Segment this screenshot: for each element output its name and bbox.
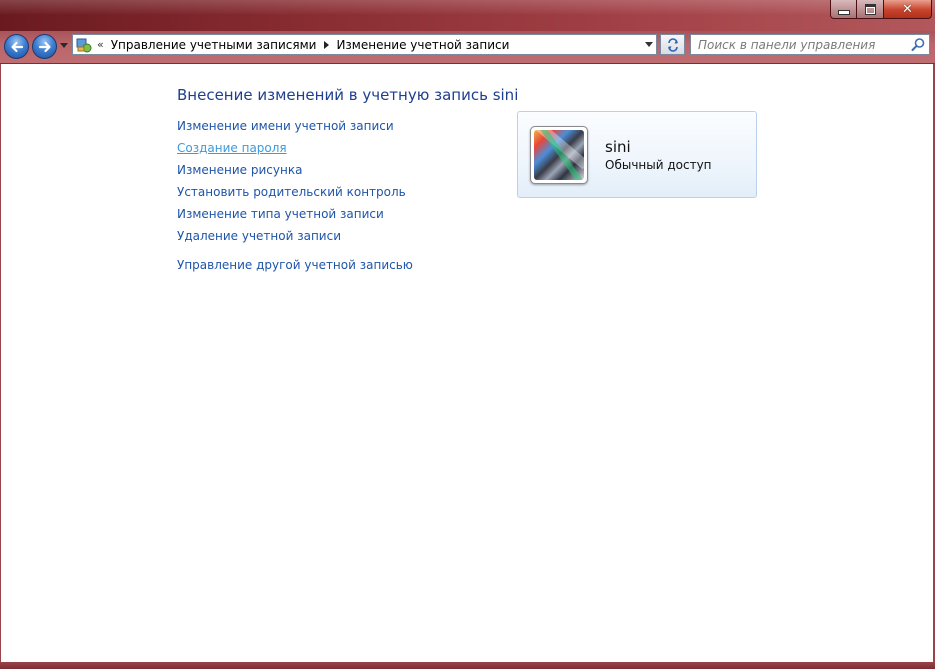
breadcrumb-user-accounts[interactable]: Управление учетными записями bbox=[111, 38, 317, 52]
search-icon[interactable] bbox=[911, 37, 926, 52]
page-title: Внесение изменений в учетную запись sini bbox=[177, 86, 519, 104]
window-bottom-border bbox=[0, 662, 935, 669]
title-bar: ✕ bbox=[0, 0, 935, 31]
back-arrow-icon bbox=[10, 41, 23, 52]
avatar-picture bbox=[534, 130, 584, 180]
window-controls: ✕ bbox=[830, 0, 932, 20]
link-parental-controls[interactable]: Установить родительский контроль bbox=[177, 185, 406, 199]
forward-arrow-icon bbox=[38, 41, 51, 52]
link-change-picture[interactable]: Изменение рисунка bbox=[177, 163, 302, 177]
window-left-border bbox=[0, 64, 1, 662]
close-icon: ✕ bbox=[902, 1, 913, 17]
content-area: Внесение изменений в учетную запись sini… bbox=[0, 64, 935, 662]
minimize-button[interactable] bbox=[830, 0, 857, 19]
back-button[interactable] bbox=[4, 34, 29, 59]
control-panel-icon bbox=[76, 37, 92, 53]
breadcrumb-change-account[interactable]: Изменение учетной записи bbox=[336, 38, 509, 52]
link-manage-another-account[interactable]: Управление другой учетной записью bbox=[177, 258, 413, 272]
refresh-icon bbox=[667, 37, 678, 52]
title-bar-glare bbox=[0, 0, 935, 14]
search-input[interactable] bbox=[691, 35, 908, 54]
search-box[interactable] bbox=[690, 34, 930, 55]
maximize-icon bbox=[864, 3, 876, 15]
refresh-button[interactable] bbox=[660, 34, 685, 55]
breadcrumb-separator-icon[interactable] bbox=[324, 40, 330, 49]
link-delete-account[interactable]: Удаление учетной записи bbox=[177, 229, 341, 243]
link-change-account-name[interactable]: Изменение имени учетной записи bbox=[177, 119, 394, 133]
link-change-account-type[interactable]: Изменение типа учетной записи bbox=[177, 207, 384, 221]
recent-pages-dropdown-icon[interactable] bbox=[60, 43, 68, 48]
account-card: sini Обычный доступ bbox=[517, 111, 757, 198]
forward-button[interactable] bbox=[32, 34, 57, 59]
breadcrumb-overflow-icon[interactable]: « bbox=[97, 38, 104, 51]
close-button[interactable]: ✕ bbox=[884, 0, 932, 19]
maximize-button[interactable] bbox=[857, 0, 884, 19]
account-type-label: Обычный доступ bbox=[605, 158, 712, 172]
link-create-password[interactable]: Создание пароля bbox=[177, 141, 287, 155]
minimize-icon bbox=[837, 9, 850, 15]
account-username: sini bbox=[605, 138, 631, 156]
address-dropdown-icon[interactable] bbox=[645, 42, 653, 47]
address-bar[interactable]: « Управление учетными записями Изменение… bbox=[72, 34, 657, 55]
avatar bbox=[530, 126, 588, 184]
